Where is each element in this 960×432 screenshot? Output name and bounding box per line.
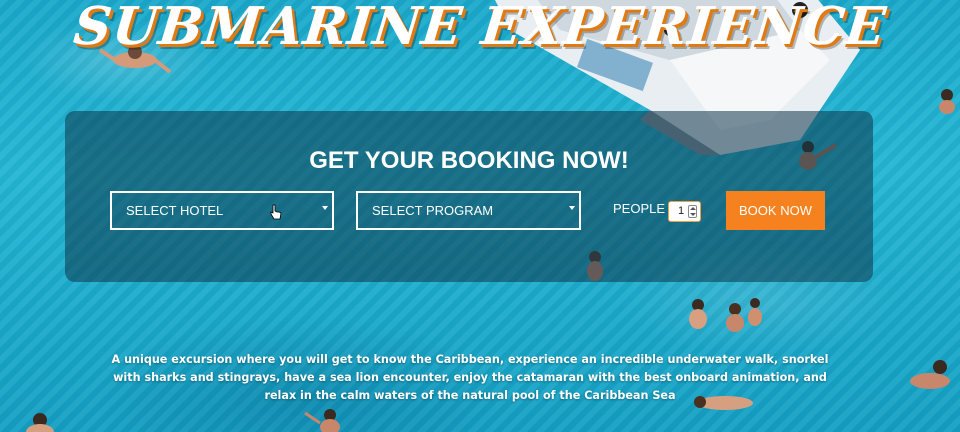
chevron-down-icon [569, 206, 575, 210]
swimmer-image [939, 89, 955, 114]
hotel-select[interactable]: SELECT HOTEL [110, 191, 334, 230]
chevron-down-icon [322, 206, 328, 210]
hand-pointer-cursor-icon [270, 204, 282, 220]
booking-heading: GET YOUR BOOKING NOW! [309, 147, 629, 174]
people-stepper[interactable]: 1 [668, 201, 701, 222]
people-label: PEOPLE [613, 201, 666, 216]
hotel-select-value: SELECT HOTEL [126, 203, 224, 218]
program-select-value: SELECT PROGRAM [372, 203, 494, 218]
booking-form-panel: GET YOUR BOOKING NOW! SELECT HOTEL SELEC… [65, 111, 873, 282]
program-select[interactable]: SELECT PROGRAM [356, 191, 581, 230]
page-title: SUBMARINE EXPERIENCE [70, 0, 890, 57]
swimmer-image [910, 360, 950, 389]
people-value: 1 [678, 205, 685, 217]
swimmer-image [26, 413, 54, 432]
spinner-arrows-icon[interactable] [688, 205, 697, 218]
book-now-button[interactable]: BOOK NOW [726, 191, 825, 230]
swimmers-group-image [689, 298, 762, 332]
swimmer-image [304, 409, 340, 432]
excursion-description: A unique excursion where you will get to… [111, 353, 829, 402]
